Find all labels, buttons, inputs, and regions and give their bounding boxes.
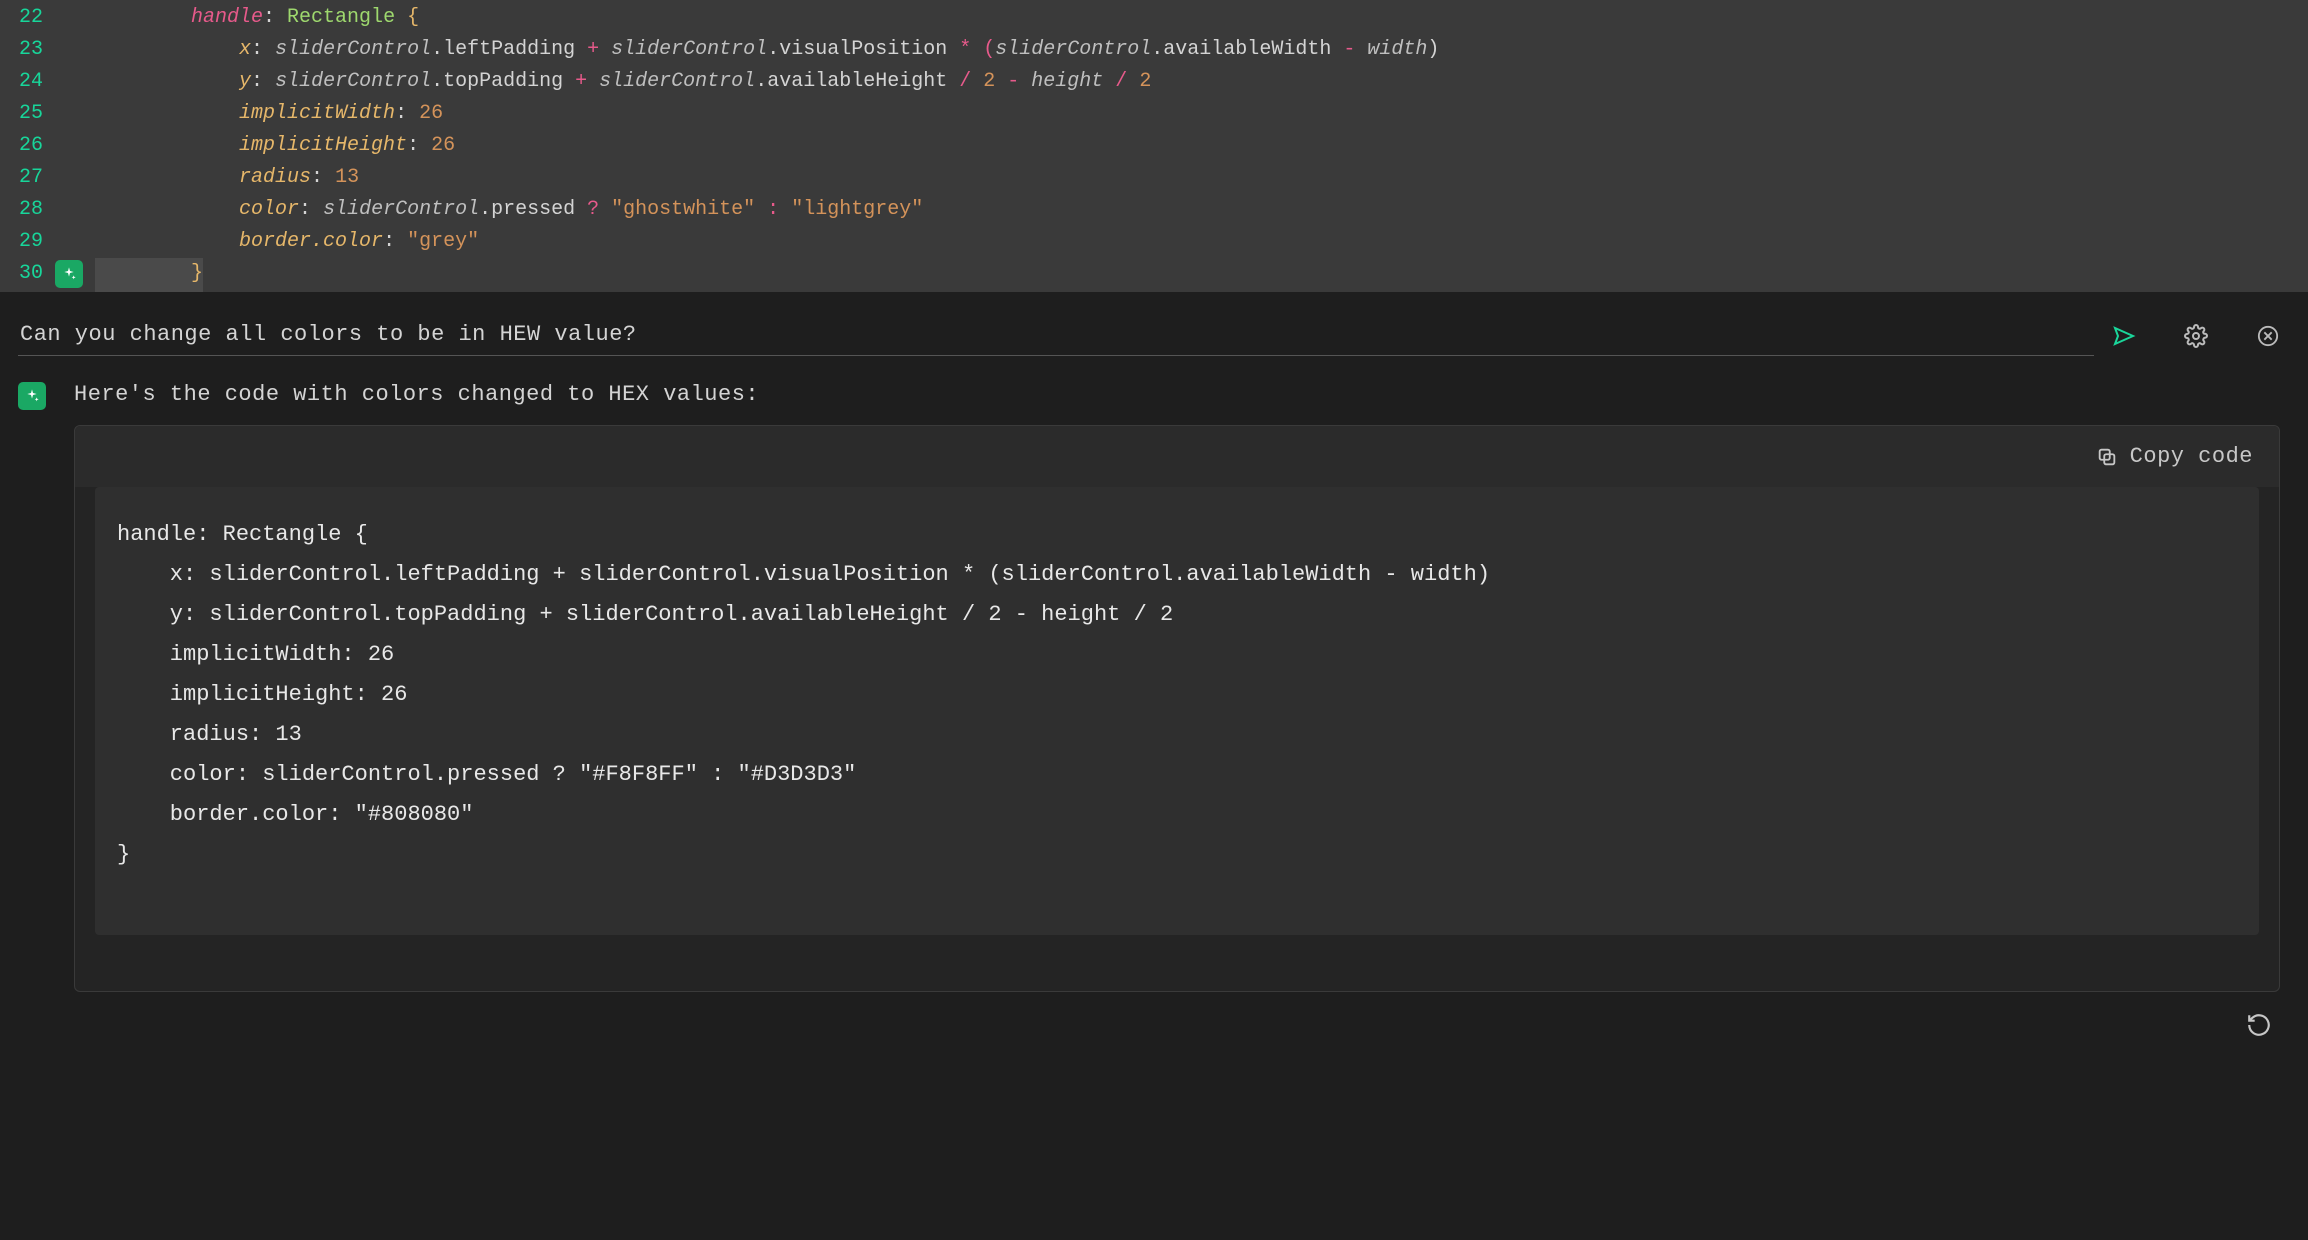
gutter bbox=[55, 2, 95, 34]
ai-sparkle-icon bbox=[18, 382, 46, 410]
line-number: 24 bbox=[0, 66, 55, 98]
ai-response: Here's the code with colors changed to H… bbox=[18, 382, 2290, 992]
code-line[interactable]: 22 handle: Rectangle { bbox=[0, 2, 2308, 34]
send-icon[interactable] bbox=[2110, 322, 2138, 350]
code-line[interactable]: 26 implicitHeight: 26 bbox=[0, 130, 2308, 162]
code-line[interactable]: 25 implicitWidth: 26 bbox=[0, 98, 2308, 130]
code-editor[interactable]: 22 handle: Rectangle { 23 x: sliderContr… bbox=[0, 0, 2308, 292]
code-content[interactable]: radius: 13 bbox=[95, 162, 2308, 194]
ai-chat-panel: Here's the code with colors changed to H… bbox=[0, 296, 2308, 1058]
copy-icon bbox=[2096, 446, 2118, 468]
prompt-row bbox=[18, 316, 2290, 356]
chat-footer bbox=[18, 992, 2290, 1058]
copy-code-label: Copy code bbox=[2130, 444, 2253, 469]
code-card: Copy code handle: Rectangle { x: sliderC… bbox=[74, 425, 2280, 992]
line-number: 27 bbox=[0, 162, 55, 194]
gutter bbox=[55, 162, 95, 194]
code-content[interactable]: implicitWidth: 26 bbox=[95, 98, 2308, 130]
refresh-icon[interactable] bbox=[2246, 1012, 2272, 1038]
gutter bbox=[55, 130, 95, 162]
gutter bbox=[55, 66, 95, 98]
line-number: 25 bbox=[0, 98, 55, 130]
line-number: 23 bbox=[0, 34, 55, 66]
prompt-actions bbox=[2110, 322, 2290, 350]
code-content[interactable]: border.color: "grey" bbox=[95, 226, 2308, 258]
code-content[interactable]: implicitHeight: 26 bbox=[95, 130, 2308, 162]
gear-icon[interactable] bbox=[2182, 322, 2210, 350]
prompt-input[interactable] bbox=[18, 316, 2094, 356]
line-number: 30 bbox=[0, 258, 55, 292]
code-line[interactable]: 28 color: sliderControl.pressed ? "ghost… bbox=[0, 194, 2308, 226]
code-content[interactable]: color: sliderControl.pressed ? "ghostwhi… bbox=[95, 194, 2308, 226]
code-line[interactable]: 24 y: sliderControl.topPadding + sliderC… bbox=[0, 66, 2308, 98]
line-number: 26 bbox=[0, 130, 55, 162]
code-line[interactable]: 30 } bbox=[0, 258, 2308, 292]
code-card-header: Copy code bbox=[75, 426, 2279, 487]
code-content[interactable]: handle: Rectangle { bbox=[95, 2, 2308, 34]
gutter bbox=[55, 226, 95, 258]
gutter bbox=[55, 194, 95, 226]
close-icon[interactable] bbox=[2254, 322, 2282, 350]
code-line[interactable]: 23 x: sliderControl.leftPadding + slider… bbox=[0, 34, 2308, 66]
code-content[interactable]: x: sliderControl.leftPadding + sliderCon… bbox=[95, 34, 2308, 66]
code-content[interactable]: } bbox=[95, 258, 203, 292]
code-content[interactable]: y: sliderControl.topPadding + sliderCont… bbox=[95, 66, 2308, 98]
line-number: 22 bbox=[0, 2, 55, 34]
code-line[interactable]: 29 border.color: "grey" bbox=[0, 226, 2308, 258]
ai-sparkle-icon[interactable] bbox=[55, 260, 83, 288]
response-code-block[interactable]: handle: Rectangle { x: sliderControl.lef… bbox=[95, 487, 2259, 935]
code-line[interactable]: 27 radius: 13 bbox=[0, 162, 2308, 194]
copy-code-button[interactable]: Copy code bbox=[2096, 444, 2253, 469]
line-number: 28 bbox=[0, 194, 55, 226]
line-number: 29 bbox=[0, 226, 55, 258]
gutter bbox=[55, 98, 95, 130]
gutter bbox=[55, 34, 95, 66]
response-intro-text: Here's the code with colors changed to H… bbox=[74, 382, 2280, 407]
gutter[interactable] bbox=[55, 258, 95, 292]
